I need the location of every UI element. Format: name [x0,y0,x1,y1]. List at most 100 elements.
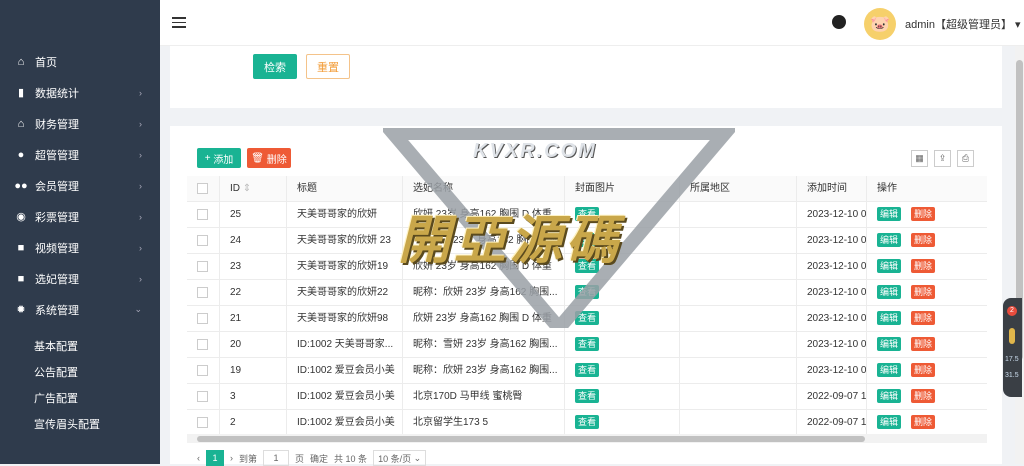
cell-text: 2022-09-07 17 [807,391,867,402]
bank-icon: ⌂ [17,117,25,130]
avatar[interactable]: 🐷 [864,8,896,40]
header-name: 选妃名称 [403,176,565,202]
delete-row-button[interactable]: 删除 [911,389,936,404]
row-checkbox[interactable] [197,208,208,220]
view-cover-button[interactable]: 查看 [575,285,600,300]
sidebar-item-label: 会员管理 [35,180,79,193]
search-button[interactable]: 检索 [253,54,297,79]
row-checkbox[interactable] [197,312,208,324]
reset-button[interactable]: 重置 [306,54,350,79]
view-cover-button[interactable]: 查看 [575,337,600,352]
edit-button[interactable]: 编辑 [877,415,902,430]
sidebar-item-video[interactable]: ■ 视频管理 › [0,232,160,263]
sidebar-item-system[interactable]: ✹ 系统管理 ⌄ [0,294,160,325]
row-checkbox[interactable] [197,260,208,272]
cell-cover: 查看 [565,384,680,410]
delete-row-button[interactable]: 删除 [911,207,936,222]
delete-row-button[interactable]: 删除 [911,259,936,274]
edit-button[interactable]: 编辑 [877,337,902,352]
view-cover-button[interactable]: 查看 [575,389,600,404]
user-icon: ● [17,148,25,161]
view-cover-button[interactable]: 查看 [575,311,600,326]
sidebar-item-stats[interactable]: ▮ 数据统计 › [0,77,160,108]
edit-button[interactable]: 编辑 [877,311,902,326]
header-cover: 封面图片 [565,176,680,202]
edit-button[interactable]: 编辑 [877,285,902,300]
export-icon[interactable]: ⇪ [934,150,951,167]
view-cover-button[interactable]: 查看 [575,259,600,274]
sidebar-item-finance[interactable]: ⌂ 财务管理 › [0,108,160,139]
sidebar-item-members[interactable]: ●● 会员管理 › [0,170,160,201]
cell-id: 3 [220,384,287,410]
cell-name: 欣妍 23岁 身高162 胸围 D 体重 [403,306,565,332]
edit-button[interactable]: 编辑 [877,259,902,274]
prev-page-icon[interactable]: ‹ [197,453,200,463]
delete-row-button[interactable]: 删除 [911,337,936,352]
edit-button[interactable]: 编辑 [877,389,902,404]
cell-cover: 查看 [565,306,680,332]
batch-delete-button[interactable]: 🗑 删除 [247,148,291,168]
row-checkbox[interactable] [197,338,208,350]
add-button[interactable]: + 添加 [197,148,241,168]
next-page-icon[interactable]: › [230,453,233,463]
delete-row-button[interactable]: 删除 [911,311,936,326]
sidebar-subitem-basic[interactable]: 基本配置 [0,333,160,359]
print-icon[interactable]: ⎙ [957,150,974,167]
menu-toggle-icon[interactable] [172,17,186,31]
sidebar-item-selection[interactable]: ■ 选妃管理 › [0,263,160,294]
edit-button[interactable]: 编辑 [877,363,902,378]
row-checkbox[interactable] [197,286,208,298]
user-menu[interactable]: admin【超级管理员】 ▾ [905,16,1021,32]
cell-actions: 编辑 删除 [867,202,987,228]
cell-actions: 编辑 删除 [867,254,987,280]
edit-button[interactable]: 编辑 [877,207,902,222]
sidebar-item-label: 彩票管理 [35,211,79,224]
view-cover-button[interactable]: 查看 [575,207,600,222]
header-time: 添加时间 [797,176,867,202]
delete-row-button[interactable]: 删除 [911,415,936,430]
row-checkbox[interactable] [197,234,208,246]
row-checkbox[interactable] [197,390,208,402]
cell-cover: 查看 [565,254,680,280]
columns-icon[interactable]: ▦ [911,150,928,167]
cell-actions: 编辑 删除 [867,384,987,410]
plus-icon: + [204,152,211,164]
cell-id: 22 [220,280,287,306]
table-row: 20 ID:1002 天美哥哥家... 昵称：雪妍 23岁 身高162 胸围... 查… [187,332,987,358]
view-cover-button[interactable]: 查看 [575,363,600,378]
sidebar-subitem-banner[interactable]: 宣传眉头配置 [0,411,160,437]
sidebar-item-admin[interactable]: ● 超管管理 › [0,139,160,170]
chevron-down-icon: ⌄ [413,452,422,463]
sidebar-item-home[interactable]: ⌂ 首页 [0,46,160,77]
palette-icon[interactable] [832,15,846,29]
cell-text: 昵称：欣妍 23岁 身高162 胸围... [413,287,558,298]
cell-text: 欣妍 23岁 身高162 胸围 D 体重 [413,209,552,220]
view-cover-button[interactable]: 查看 [575,415,600,430]
confirm-button[interactable]: 确定 [310,452,328,465]
cell-text: 天美哥哥家的欣妍19 [297,261,389,272]
select-all-checkbox[interactable] [197,182,208,194]
vertical-scrollbar[interactable] [1015,46,1024,464]
sidebar-item-label: 财务管理 [35,118,79,131]
floating-widget[interactable]: 2 17.5 31.5 [1003,298,1022,397]
delete-row-button[interactable]: 删除 [911,285,936,300]
sidebar-subitem-ads[interactable]: 广告配置 [0,385,160,411]
edit-button[interactable]: 编辑 [877,233,902,248]
cell-cover: 查看 [565,202,680,228]
cell-time: 2023-12-10 08 [797,280,867,306]
cell-name: 昵称：雪妍 23岁 身高162 胸围... [403,332,565,358]
cell-text: ID:1002 天美哥哥家... [297,339,394,350]
row-checkbox[interactable] [197,364,208,376]
header-id[interactable]: ID ⇕ [220,176,287,202]
view-cover-button[interactable]: 查看 [575,233,600,248]
horizontal-scrollbar[interactable] [187,434,987,443]
delete-row-button[interactable]: 删除 [911,233,936,248]
cell-time: 2023-12-10 08 [797,254,867,280]
header-region: 所属地区 [680,176,797,202]
row-checkbox[interactable] [197,416,208,428]
cell-id: 21 [220,306,287,332]
sidebar-item-label: 首页 [35,56,57,69]
delete-row-button[interactable]: 删除 [911,363,936,378]
sidebar-subitem-notice[interactable]: 公告配置 [0,359,160,385]
sidebar-item-lottery[interactable]: ◉ 彩票管理 › [0,201,160,232]
